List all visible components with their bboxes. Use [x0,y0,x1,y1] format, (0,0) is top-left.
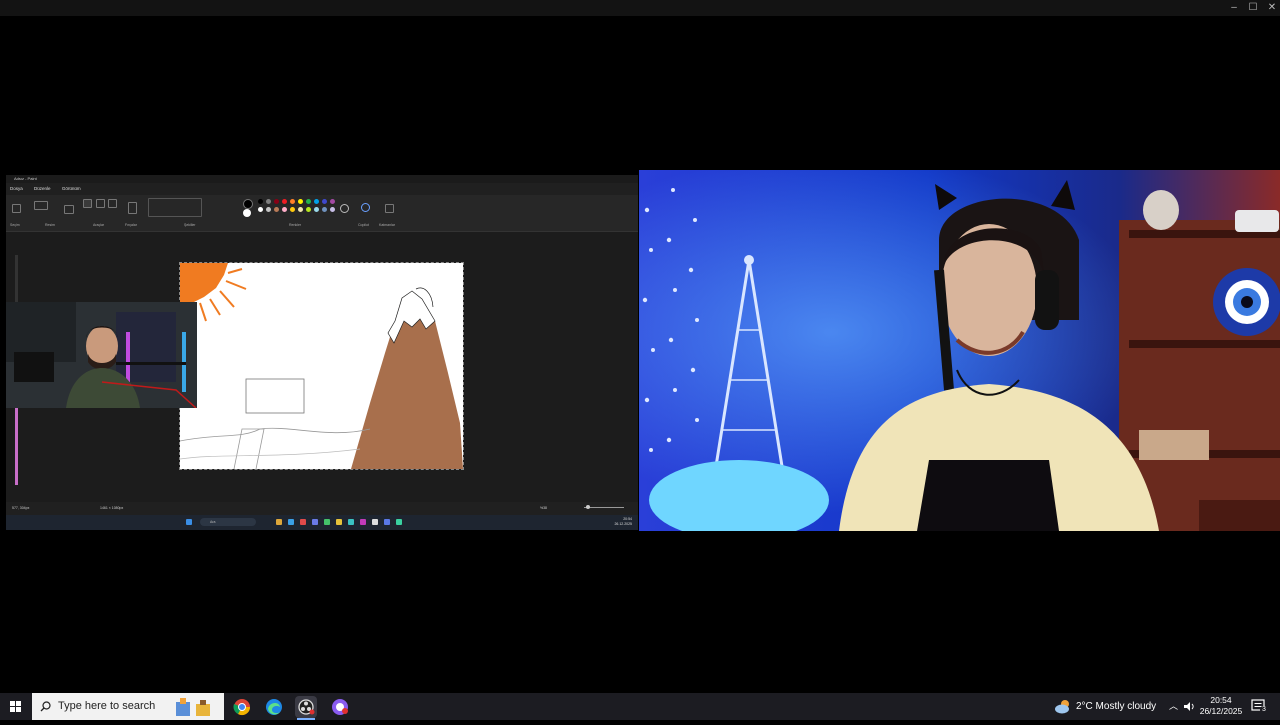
taskbar-clock[interactable]: 20:54 26/12/2025 [1196,695,1246,717]
webcam-small-image [6,302,197,408]
menu-edit[interactable]: Düzenle [34,186,51,191]
webcam-main [639,170,1280,531]
color-picker-icon[interactable] [340,204,349,213]
weather-text: 2°C Mostly cloudy [1076,701,1157,712]
palette-swatch[interactable] [274,207,279,212]
sun-drawing [180,263,228,305]
active-color-primary[interactable] [243,199,253,209]
fill-tool-icon[interactable] [96,199,105,208]
search-icon [40,701,51,712]
group-colors-label: Renkler [289,223,302,227]
layers-icon[interactable] [385,204,394,213]
webcam-overlay-small [6,302,197,408]
obs-icon[interactable] [295,696,317,718]
canvas-drawing [179,263,463,470]
webcam-main-image [639,170,1280,531]
group-copilot-label: Copilot [358,223,369,227]
volume-icon[interactable] [1183,701,1196,712]
palette-swatch[interactable] [282,199,287,204]
window-titlebar: – ☐ ✕ [0,0,1280,16]
palette-swatch[interactable] [322,199,327,204]
maximize-button[interactable]: ☐ [1243,0,1263,16]
palette-swatch[interactable] [306,199,311,204]
palette-swatch[interactable] [298,207,303,212]
palette-swatch[interactable] [314,199,319,204]
paint-title: Adsız - Paint [14,176,37,181]
cloudy-weather-icon [1055,700,1069,714]
palette-swatch[interactable] [258,199,263,204]
palette-swatch[interactable] [330,207,335,212]
notification-count-badge: 3 [1260,706,1268,714]
news-widget-icon[interactable] [174,696,210,718]
group-shapes-label: Şekiller [184,223,196,227]
minimize-button[interactable]: – [1224,0,1244,16]
text-tool-icon[interactable] [108,199,117,208]
menu-view[interactable]: Görünüm [62,186,81,191]
palette-swatch[interactable] [290,199,295,204]
ground-line [179,427,371,442]
selection-tool-icon[interactable] [12,204,21,213]
palette-swatch[interactable] [266,207,271,212]
start-button[interactable] [0,693,32,720]
paint-ribbon: Seçim Resim Araçlar Fırçalar Şekiller Re… [6,195,638,232]
resize-tool-icon[interactable] [64,205,74,214]
palette-swatch[interactable] [314,207,319,212]
group-image-label: Resim [45,223,55,227]
palette-swatch[interactable] [274,199,279,204]
edge-icon[interactable] [263,696,285,718]
show-hidden-icons-chevron-icon[interactable]: ︿ [1169,693,1178,720]
paint-titlebar: Adsız - Paint [6,175,638,183]
paint-canvas[interactable] [179,262,464,470]
close-button[interactable]: ✕ [1262,0,1280,16]
palette-swatch[interactable] [306,207,311,212]
search-placeholder: Type here to search [58,700,156,712]
group-selection-label: Seçim [10,223,20,227]
pencil-tool-icon[interactable] [83,199,92,208]
palette-swatch[interactable] [330,199,335,204]
chrome-icon[interactable] [231,696,253,718]
group-tools-label: Araçlar [93,223,105,227]
paint-menu-bar: Dosya Düzenle Görünüm [6,184,87,194]
clock-time: 20:54 [1210,695,1232,705]
palette-swatch[interactable] [322,207,327,212]
house-sketch [245,378,305,414]
active-color-secondary[interactable] [243,209,251,217]
mini-search-box: Ara [200,518,256,526]
zoom-slider[interactable] [584,507,624,508]
palette-swatch[interactable] [290,207,295,212]
crop-tool-icon[interactable] [34,201,48,210]
windows-taskbar: Type here to search 2°C Mostly cloudy ︿ … [0,693,1280,720]
palette-swatch[interactable] [282,207,287,212]
messenger-icon[interactable] [329,696,351,718]
paint-screen-taskbar: Ara 20:54 26.12.2025 [6,515,638,530]
windows-logo-icon [10,701,21,712]
mini-start-icon [186,519,192,525]
group-brushes-label: Fırçalar [125,223,137,227]
shapes-gallery[interactable] [148,198,202,217]
brush-tool-icon[interactable] [128,202,137,214]
paint-statusbar: 577, 304px 1461 × 1080px %38 [6,503,638,513]
brush-size-slider-fill [15,405,18,485]
palette-swatch[interactable] [266,199,271,204]
zoom-level[interactable]: %38 [540,503,547,513]
cursor-position: 577, 304px [12,506,30,510]
notification-center-button[interactable]: 3 [1251,698,1268,714]
copilot-icon[interactable] [361,203,370,212]
clock-date: 26/12/2025 [1199,706,1243,716]
palette-swatch[interactable] [258,207,263,212]
palette-swatch[interactable] [298,199,303,204]
canvas-size: 1461 × 1080px [100,506,124,510]
zoom-slider-thumb[interactable] [586,505,590,509]
menu-file[interactable]: Dosya [10,186,23,191]
mini-clock: 20:54 26.12.2025 [614,517,632,526]
group-layers-label: Katmanlar [379,223,395,227]
